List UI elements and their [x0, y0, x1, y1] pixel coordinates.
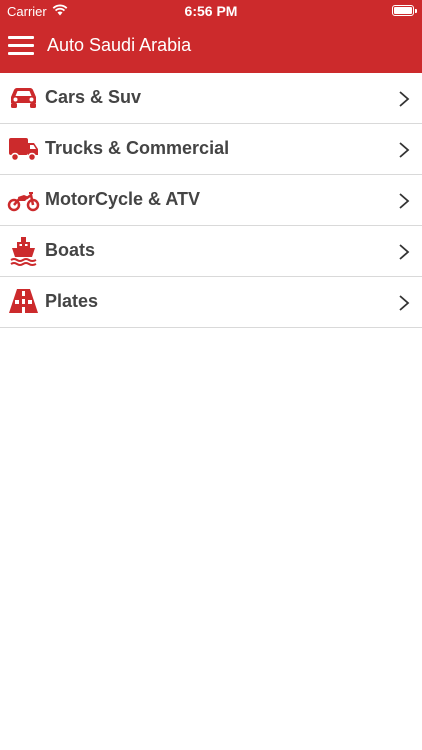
category-list: Cars & Suv Trucks & Commercial MotorCycl… [0, 73, 422, 328]
page-title: Auto Saudi Arabia [47, 35, 192, 55]
chevron-right-icon [399, 295, 410, 311]
status-bar: Carrier 6:56 PM [0, 0, 422, 22]
truck-icon [9, 138, 38, 162]
category-item-trucks[interactable]: Trucks & Commercial [0, 124, 422, 175]
category-label: Trucks & Commercial [45, 138, 230, 158]
motorcycle-icon [7, 192, 40, 212]
battery-icon [392, 5, 417, 16]
category-item-plates[interactable]: Plates [0, 277, 422, 328]
car-icon [11, 88, 36, 108]
plates-icon [9, 289, 38, 313]
category-item-motorcycle[interactable]: MotorCycle & ATV [0, 175, 422, 226]
status-time: 6:56 PM [184, 3, 238, 19]
category-label: MotorCycle & ATV [45, 189, 201, 209]
chevron-right-icon [399, 91, 410, 107]
category-item-cars[interactable]: Cars & Suv [0, 73, 422, 124]
category-label: Plates [45, 291, 99, 311]
hamburger-menu-button[interactable] [8, 36, 35, 56]
category-item-boats[interactable]: Boats [0, 226, 422, 277]
category-label: Boats [45, 240, 96, 260]
category-label: Cars & Suv [45, 87, 142, 107]
chevron-right-icon [399, 142, 410, 158]
nav-bar: Auto Saudi Arabia [0, 22, 422, 73]
chevron-right-icon [399, 193, 410, 209]
chevron-right-icon [399, 244, 410, 260]
boat-icon [10, 237, 37, 266]
